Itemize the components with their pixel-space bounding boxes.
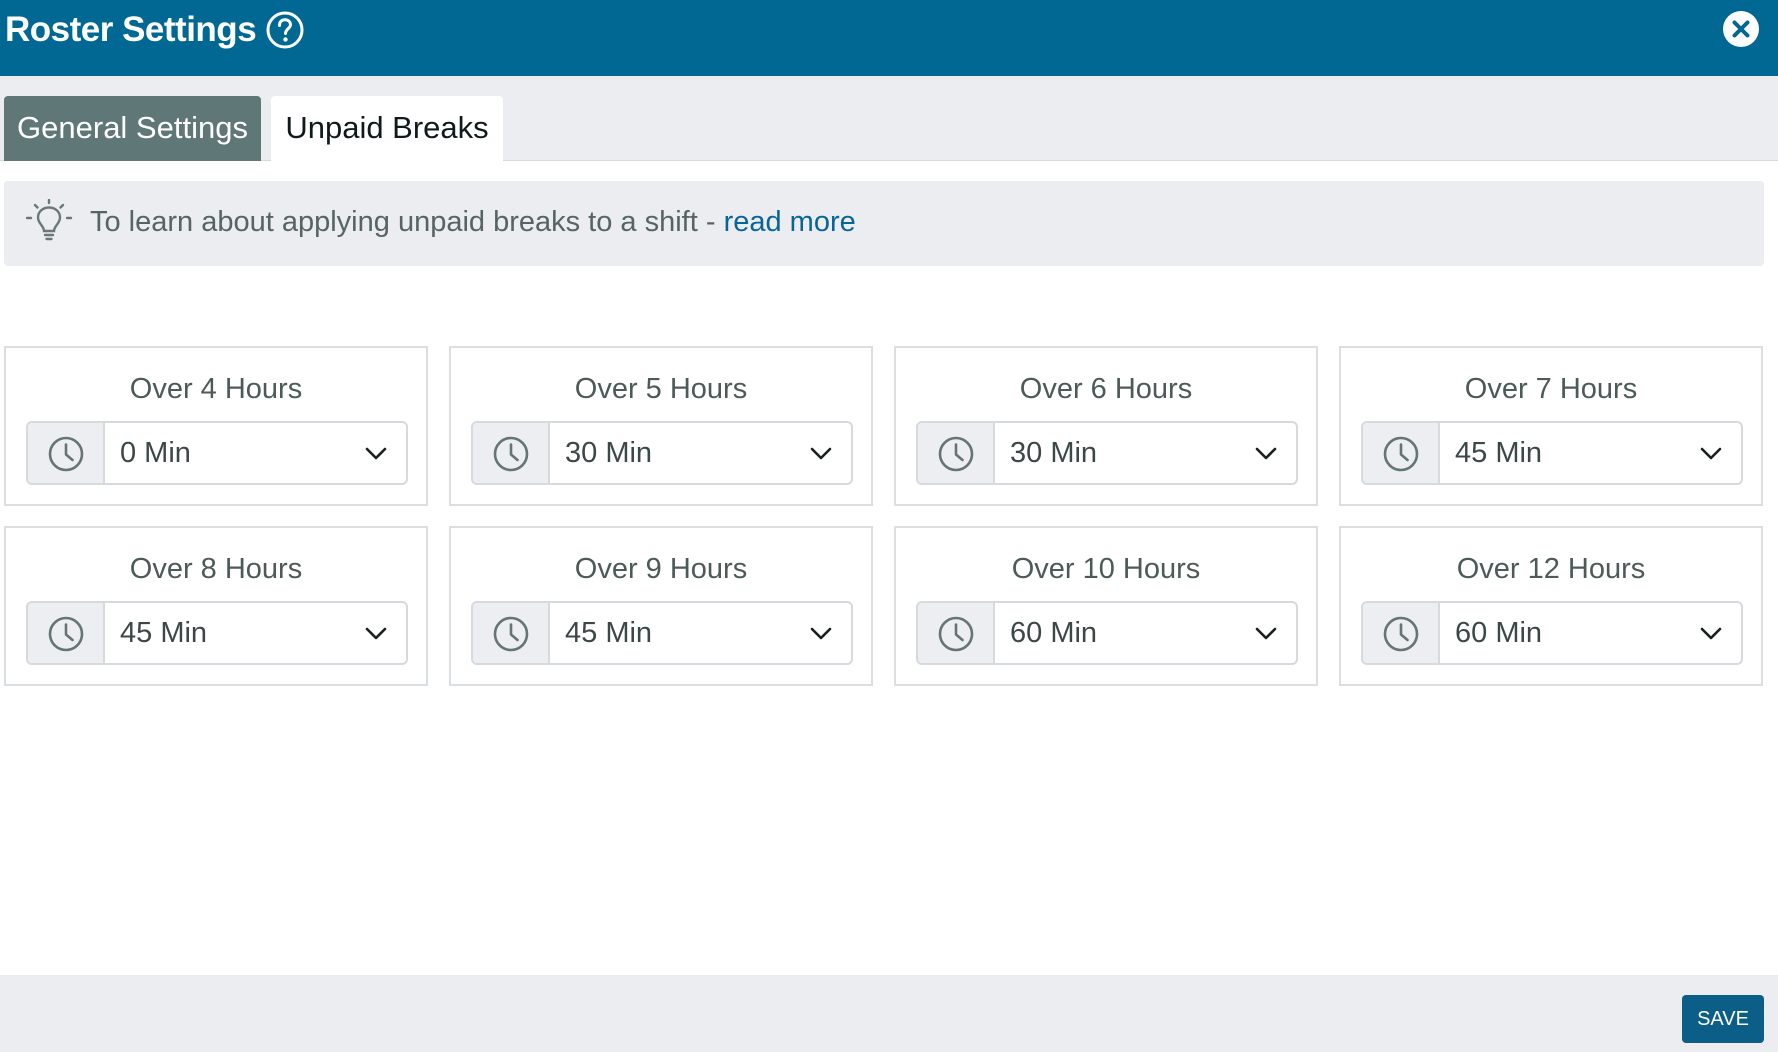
clock-addon bbox=[473, 603, 550, 663]
chevron-down-icon bbox=[1700, 447, 1722, 460]
break-card-over-12-hours: Over 12 Hours 60 Min bbox=[1339, 526, 1763, 686]
clock-icon bbox=[493, 616, 529, 652]
break-card-over-5-hours: Over 5 Hours 30 Min bbox=[449, 346, 873, 506]
break-duration-select[interactable]: 60 Min bbox=[916, 601, 1298, 665]
clock-addon bbox=[28, 603, 105, 663]
modal-title: Roster Settings bbox=[5, 10, 257, 49]
break-card-over-4-hours: Over 4 Hours 0 Min bbox=[4, 346, 428, 506]
tab-general-settings[interactable]: General Settings bbox=[4, 96, 261, 161]
clock-icon bbox=[938, 436, 974, 472]
break-duration-select[interactable]: 30 Min bbox=[916, 421, 1298, 485]
break-label: Over 4 Hours bbox=[129, 373, 303, 405]
save-button[interactable]: SAVE bbox=[1682, 995, 1764, 1043]
clock-icon bbox=[1383, 616, 1419, 652]
break-card-over-6-hours: Over 6 Hours 30 Min bbox=[894, 346, 1318, 506]
chevron-down-icon bbox=[1255, 447, 1277, 460]
clock-icon bbox=[1383, 436, 1419, 472]
modal-header: Roster Settings bbox=[0, 0, 1778, 76]
chevron-down-icon bbox=[810, 447, 832, 460]
break-card-over-8-hours: Over 8 Hours 45 Min bbox=[4, 526, 428, 686]
break-duration-value: 45 Min bbox=[565, 617, 653, 649]
clock-addon bbox=[1363, 603, 1440, 663]
break-label: Over 7 Hours bbox=[1464, 373, 1638, 405]
close-icon[interactable] bbox=[1722, 10, 1760, 48]
break-card-over-7-hours: Over 7 Hours 45 Min bbox=[1339, 346, 1763, 506]
break-label: Over 10 Hours bbox=[1011, 553, 1201, 585]
break-duration-select[interactable]: 45 Min bbox=[1361, 421, 1743, 485]
break-duration-value: 60 Min bbox=[1010, 617, 1098, 649]
tabs-bar: General Settings Unpaid Breaks bbox=[0, 76, 1778, 162]
break-label: Over 9 Hours bbox=[574, 553, 748, 585]
break-label: Over 8 Hours bbox=[129, 553, 303, 585]
break-label: Over 5 Hours bbox=[574, 373, 748, 405]
break-duration-select[interactable]: 45 Min bbox=[26, 601, 408, 665]
chevron-down-icon bbox=[810, 627, 832, 640]
clock-addon bbox=[918, 423, 995, 483]
chevron-down-icon bbox=[365, 627, 387, 640]
break-duration-select[interactable]: 30 Min bbox=[471, 421, 853, 485]
break-duration-select[interactable]: 0 Min bbox=[26, 421, 408, 485]
read-more-link[interactable]: read more bbox=[724, 206, 856, 238]
clock-icon bbox=[48, 616, 84, 652]
break-label: Over 6 Hours bbox=[1019, 373, 1193, 405]
clock-addon bbox=[918, 603, 995, 663]
lightbulb-icon bbox=[24, 198, 76, 247]
clock-icon bbox=[48, 436, 84, 472]
tab-unpaid-breaks[interactable]: Unpaid Breaks bbox=[271, 96, 503, 162]
clock-addon bbox=[1363, 423, 1440, 483]
break-label: Over 12 Hours bbox=[1456, 553, 1646, 585]
info-banner: To learn about applying unpaid breaks to… bbox=[4, 181, 1764, 266]
break-card-over-10-hours: Over 10 Hours 60 Min bbox=[894, 526, 1318, 686]
question-circle-icon[interactable] bbox=[265, 10, 305, 50]
chevron-down-icon bbox=[1255, 627, 1277, 640]
break-duration-value: 45 Min bbox=[120, 617, 208, 649]
clock-addon bbox=[473, 423, 550, 483]
clock-icon bbox=[493, 436, 529, 472]
info-message: To learn about applying unpaid breaks to… bbox=[90, 206, 724, 238]
break-duration-value: 30 Min bbox=[1010, 437, 1098, 469]
break-duration-select[interactable]: 60 Min bbox=[1361, 601, 1743, 665]
chevron-down-icon bbox=[365, 447, 387, 460]
info-text: To learn about applying unpaid breaks to… bbox=[90, 206, 856, 239]
break-duration-value: 45 Min bbox=[1455, 437, 1543, 469]
modal-footer: SAVE bbox=[0, 975, 1778, 1052]
break-duration-value: 0 Min bbox=[120, 437, 191, 469]
clock-icon bbox=[938, 616, 974, 652]
clock-addon bbox=[28, 423, 105, 483]
break-duration-value: 30 Min bbox=[565, 437, 653, 469]
break-duration-select[interactable]: 45 Min bbox=[471, 601, 853, 665]
break-duration-value: 60 Min bbox=[1455, 617, 1543, 649]
break-card-over-9-hours: Over 9 Hours 45 Min bbox=[449, 526, 873, 686]
chevron-down-icon bbox=[1700, 627, 1722, 640]
